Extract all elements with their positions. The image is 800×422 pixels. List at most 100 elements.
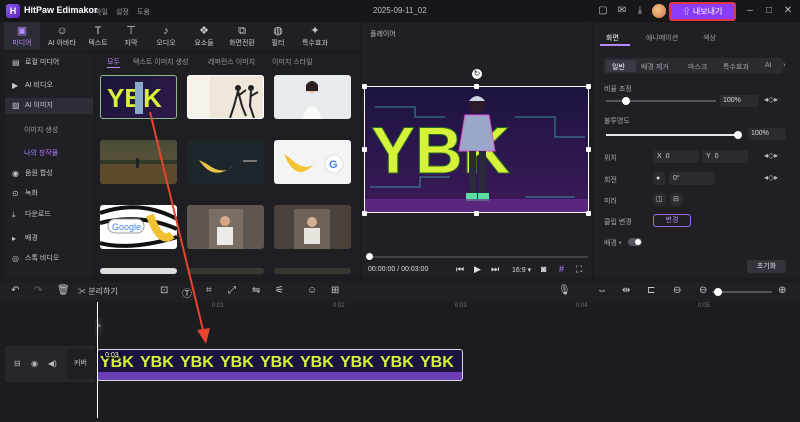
mic-icon[interactable]: 🎙: [558, 285, 571, 296]
snap-icon[interactable]: ⇹: [622, 285, 630, 296]
subtab-ai[interactable]: AI: [765, 62, 772, 69]
track-audio-icon[interactable]: ◀): [48, 359, 57, 368]
shield-icon[interactable]: ⊡: [160, 285, 168, 296]
rotation-keyframe-icon[interactable]: ◂◇▸: [764, 173, 778, 182]
rotation-field[interactable]: 0°: [669, 172, 715, 185]
thumb-field[interactable]: [100, 140, 177, 184]
lib-tab-style[interactable]: 이미지 스타일: [272, 57, 313, 67]
lib-tab-all[interactable]: 모두: [107, 57, 120, 68]
sidebar-item-local-media[interactable]: ▤ 로컬 미디어: [5, 55, 93, 71]
thumb-woman[interactable]: [274, 75, 351, 119]
minimize-icon[interactable]: –: [744, 5, 756, 17]
track-lock-icon[interactable]: ⊟: [14, 359, 21, 368]
layout-icon[interactable]: ▢: [597, 5, 609, 17]
scale-keyframe-icon[interactable]: ◂◇▸: [764, 95, 778, 104]
menu-file[interactable]: 파일: [95, 7, 108, 17]
player-progress-bar[interactable]: [368, 256, 588, 258]
opacity-value[interactable]: 100%: [748, 128, 786, 140]
next-frame-icon[interactable]: ⏭: [491, 264, 499, 275]
opacity-slider[interactable]: [606, 134, 738, 136]
scale-knob[interactable]: [622, 97, 630, 105]
resize-handle-r[interactable]: [586, 147, 591, 152]
sidebar-item-ai-image[interactable]: ▨ AI 이미지: [5, 98, 93, 114]
video-clip[interactable]: YBK YBK YBK YBK YBK YBK YBK YBK YBK: [97, 349, 463, 381]
text-tool-icon[interactable]: Ⓣ: [182, 285, 192, 300]
thumb-banana-dark[interactable]: [187, 140, 264, 184]
screen-icon[interactable]: ⊞: [331, 285, 339, 296]
resize-handle-tl[interactable]: [362, 84, 367, 89]
zoom-knob[interactable]: [714, 288, 722, 296]
track-visibility-icon[interactable]: ◉: [31, 359, 38, 368]
tool-text[interactable]: T 텍스트: [80, 22, 116, 50]
redo-icon[interactable]: ↷: [34, 285, 42, 296]
subtab-effects[interactable]: 특수효과: [723, 62, 749, 72]
sidebar-item-ai-video[interactable]: ▶ AI 비디오: [5, 78, 93, 94]
lib-tab-text-to-image[interactable]: 텍스트 이미지 생성: [133, 57, 188, 67]
subtab-general[interactable]: 일반: [612, 62, 625, 72]
prop-tab-color[interactable]: 색상: [703, 33, 716, 43]
magnet-icon[interactable]: ⊏: [647, 285, 655, 296]
resize-handle-br[interactable]: [586, 211, 591, 216]
sidebar-sub-my-creations[interactable]: 나의 창작물: [24, 148, 58, 158]
tool-ai-avatar[interactable]: ☺ AI 아바타: [44, 22, 80, 50]
resize-handle-bl[interactable]: [362, 211, 367, 216]
opacity-knob[interactable]: [734, 131, 742, 139]
tool-effects[interactable]: ✦ 특수효과: [297, 22, 333, 50]
resize-handle-b[interactable]: [474, 211, 479, 216]
change-button[interactable]: 변경: [653, 214, 691, 227]
player-progress-knob[interactable]: [366, 253, 373, 260]
thumb-man-desk[interactable]: [274, 205, 351, 249]
resize-handle-tr[interactable]: [586, 84, 591, 89]
position-keyframe-icon[interactable]: ◂◇▸: [764, 151, 778, 160]
resize-icon[interactable]: ⤢: [228, 285, 236, 296]
sidebar-item-download[interactable]: ⤓ 다운로드: [5, 207, 93, 223]
aspect-ratio-select[interactable]: 16:9 ▾: [512, 266, 531, 274]
lib-tab-reference[interactable]: 레퍼런스 이미지: [208, 57, 255, 67]
tool-audio[interactable]: ♪ 오디오: [148, 22, 184, 50]
close-icon[interactable]: ✕: [782, 5, 794, 17]
video-preview[interactable]: YBK: [364, 86, 589, 213]
face-icon[interactable]: ☺: [307, 285, 317, 296]
sidebar-item-background[interactable]: ▸ 배경: [5, 231, 93, 247]
prev-frame-icon[interactable]: ⏮: [456, 264, 464, 275]
zoom-in-icon[interactable]: ⊕: [778, 285, 786, 296]
thumb-ybk[interactable]: YBK: [100, 75, 177, 119]
export-button[interactable]: ⇧ 내보내기: [669, 2, 736, 21]
timeline-ruler[interactable]: [96, 302, 800, 316]
cover-button[interactable]: 커버: [66, 349, 95, 379]
avatar[interactable]: [652, 4, 666, 18]
fullscreen-icon[interactable]: ⛶: [576, 264, 582, 275]
grid-icon[interactable]: #: [559, 264, 564, 274]
subtab-mask[interactable]: 마스크: [688, 62, 707, 72]
thumb-man-sitting[interactable]: [187, 205, 264, 249]
menu-help[interactable]: 도움: [137, 7, 150, 17]
delete-icon[interactable]: 🗑: [57, 285, 70, 296]
zoom-out-icon[interactable]: ⊖: [699, 285, 707, 296]
tool-media[interactable]: ▣ 미디어: [4, 22, 40, 50]
background-toggle[interactable]: [628, 238, 642, 246]
link-icon[interactable]: ⇔: [597, 285, 607, 296]
sidebar-item-record[interactable]: ⊙ 녹화: [5, 186, 93, 202]
playhead[interactable]: [97, 302, 98, 418]
prop-tab-screen[interactable]: 화면: [606, 33, 619, 43]
thumb-banana-google[interactable]: G: [274, 140, 351, 184]
tool-elements[interactable]: ❖ 요소들: [186, 22, 222, 50]
tool-filter[interactable]: ◍ 필터: [260, 22, 296, 50]
tool-caption[interactable]: ⊤ 자막: [113, 22, 149, 50]
split-button[interactable]: ✂ 분리하기: [78, 286, 118, 297]
rotate-handle-icon[interactable]: ↻: [472, 69, 482, 79]
thumb-google-swirl[interactable]: Google: [100, 205, 177, 249]
snapshot-icon[interactable]: ◙: [541, 264, 546, 274]
download-icon[interactable]: ⤓: [634, 5, 646, 17]
thumb-dancers[interactable]: [187, 75, 264, 119]
pos-y-field[interactable]: Y 0: [702, 150, 748, 163]
rotation-dial-icon[interactable]: ●: [653, 172, 665, 185]
thumb-row4-c[interactable]: [274, 268, 351, 274]
undo-icon[interactable]: ↶: [11, 285, 19, 296]
resize-handle-t[interactable]: [474, 84, 479, 89]
sidebar-sub-image-gen[interactable]: 이미지 생성: [24, 125, 58, 135]
feedback-icon[interactable]: ✉: [616, 5, 628, 17]
scale-value[interactable]: 100%: [720, 95, 758, 107]
menu-settings[interactable]: 설정: [116, 7, 129, 17]
reset-button[interactable]: 초기화: [747, 260, 786, 273]
